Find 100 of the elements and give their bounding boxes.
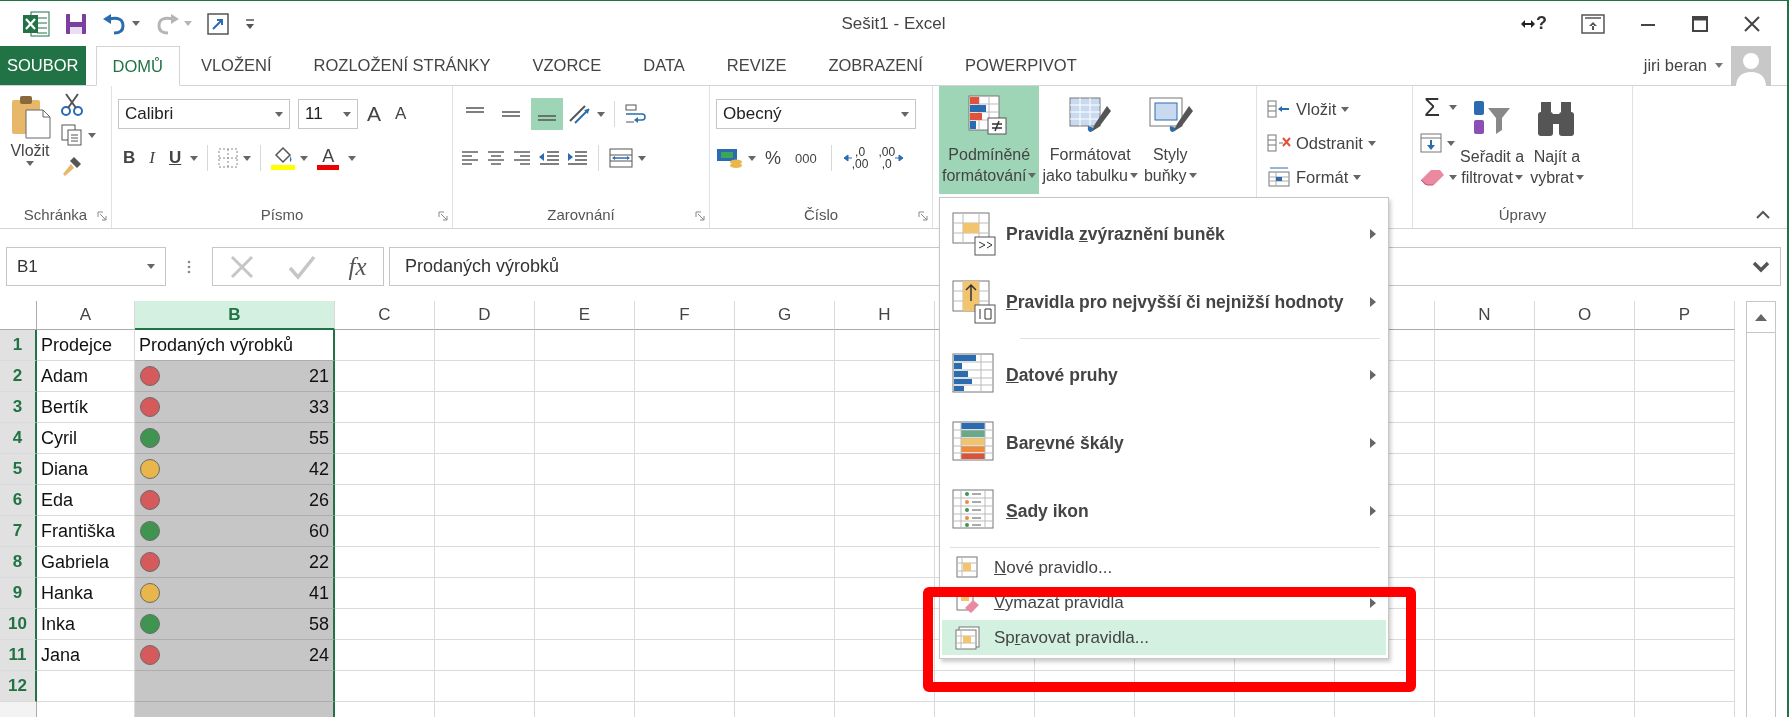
dropdown-arrow-icon[interactable]	[597, 111, 605, 117]
row-header[interactable]: 9	[0, 578, 37, 609]
thousands-separator-button[interactable]: 000	[790, 148, 822, 168]
dropdown-arrow-icon[interactable]	[901, 111, 909, 117]
ribbon-display-options-icon[interactable]	[1581, 13, 1605, 34]
underline-button[interactable]: U	[163, 146, 187, 170]
fill-down-icon[interactable]	[1419, 132, 1443, 154]
font-name-field[interactable]: Calibri	[118, 99, 290, 129]
row-header[interactable]: 5	[0, 454, 37, 485]
column-header[interactable]: H	[835, 301, 935, 330]
vertical-scrollbar[interactable]	[1746, 301, 1776, 717]
dropdown-arrow-icon[interactable]	[243, 155, 252, 161]
autosum-button[interactable]: Σ	[1419, 92, 1446, 122]
ribbon-button[interactable]: Formátovat jako tabulku	[1039, 86, 1141, 194]
format-painter-icon[interactable]	[60, 154, 84, 178]
touch-mode-icon[interactable]	[206, 11, 230, 36]
text-orientation-icon[interactable]	[567, 103, 593, 125]
save-icon[interactable]	[64, 11, 88, 36]
customize-toolbar-icon[interactable]	[244, 16, 256, 31]
dropdown-arrow-icon[interactable]	[1188, 173, 1197, 178]
dropdown-arrow-icon[interactable]	[1449, 104, 1458, 110]
dropdown-arrow-icon[interactable]	[132, 21, 140, 26]
double-arrow-icon[interactable]	[1521, 18, 1535, 29]
ribbon-tab[interactable]: VLOŽENÍ	[179, 46, 293, 85]
percent-button[interactable]: %	[760, 145, 786, 171]
dropdown-arrow-icon[interactable]	[26, 161, 34, 166]
dropdown-arrow-icon[interactable]	[1514, 175, 1523, 180]
dialog-launcher-icon[interactable]	[918, 211, 928, 221]
ribbon-tab[interactable]: REVIZE	[705, 46, 808, 85]
row-header[interactable]: 3	[0, 392, 37, 423]
menu-item[interactable]: Barevné škály	[942, 409, 1386, 477]
decrease-decimal-button[interactable]: ,0 ,00	[840, 146, 872, 170]
dialog-launcher-icon[interactable]	[438, 211, 448, 221]
expand-icon[interactable]	[1752, 260, 1770, 273]
ribbon-button[interactable]: Formát	[1263, 160, 1380, 194]
check-icon[interactable]	[287, 253, 316, 280]
increase-decimal-button[interactable]: ,00 ,0	[875, 146, 907, 170]
column-header[interactable]: E	[535, 301, 635, 330]
file-tab[interactable]: SOUBOR	[0, 46, 86, 85]
menu-item[interactable]: Nové pravidlo...	[942, 550, 1386, 585]
ribbon-button[interactable]: Vložit	[1263, 92, 1380, 126]
user-name[interactable]: jiri beran	[1643, 56, 1707, 75]
more-icon[interactable]	[187, 258, 191, 275]
column-header[interactable]: C	[335, 301, 435, 330]
ribbon-tab[interactable]: ROZLOŽENÍ STRÁNKY	[292, 46, 512, 85]
dropdown-arrow-icon[interactable]	[343, 111, 351, 117]
dropdown-arrow-icon[interactable]	[1028, 173, 1037, 178]
dropdown-arrow-icon[interactable]	[1575, 175, 1584, 180]
ribbon-button[interactable]: Podmíněné formátování	[939, 86, 1040, 194]
ribbon-tab[interactable]: DATA	[622, 46, 706, 85]
row-header[interactable]: 2	[0, 361, 37, 392]
row-header[interactable]: 7	[0, 516, 37, 547]
dropdown-arrow-icon[interactable]	[1449, 174, 1457, 180]
dropdown-arrow-icon[interactable]	[748, 155, 756, 161]
dropdown-arrow-icon[interactable]	[190, 155, 199, 161]
dropdown-arrow-icon[interactable]	[1715, 63, 1723, 68]
number-format-field[interactable]: Obecný	[716, 99, 916, 129]
maximize-icon[interactable]	[1691, 14, 1709, 33]
dropdown-arrow-icon[interactable]	[348, 155, 357, 161]
ribbon-tab[interactable]: VZORCE	[511, 46, 623, 85]
dialog-launcher-icon[interactable]	[695, 211, 705, 221]
help-button[interactable]: ?	[1536, 13, 1547, 34]
font-size-field[interactable]: 11	[298, 99, 358, 129]
ribbon-button[interactable]: Najít a vybrat	[1527, 92, 1587, 201]
merge-cells-icon[interactable]	[608, 146, 634, 170]
fill-color-icon[interactable]	[270, 145, 297, 171]
collapse-ribbon-icon[interactable]	[1755, 210, 1771, 220]
name-box[interactable]: B1	[6, 247, 166, 286]
dropdown-arrow-icon[interactable]	[1341, 106, 1350, 112]
column-header[interactable]: G	[735, 301, 835, 330]
row-header[interactable]: 4	[0, 423, 37, 454]
scroll-up-icon[interactable]	[1755, 313, 1767, 321]
column-header[interactable]: B	[135, 301, 335, 330]
dropdown-arrow-icon[interactable]	[147, 264, 155, 269]
row-header[interactable]: 11	[0, 640, 37, 671]
dropdown-arrow-icon[interactable]	[638, 155, 646, 161]
dropdown-arrow-icon[interactable]	[1129, 173, 1138, 178]
ribbon-tab[interactable]: POWERPIVOT	[943, 46, 1098, 85]
dropdown-arrow-icon[interactable]	[88, 132, 96, 138]
row-header[interactable]: 6	[0, 485, 37, 516]
row-header[interactable]: 10	[0, 609, 37, 640]
paste-button[interactable]: Vložit	[6, 92, 54, 201]
menu-item[interactable]: Sady ikon	[942, 477, 1386, 545]
ribbon-button[interactable]: Seřadit a filtrovat	[1457, 92, 1528, 201]
close-icon[interactable]	[1743, 14, 1761, 33]
scissors-icon[interactable]	[60, 92, 84, 116]
row-header[interactable]: 1	[0, 330, 37, 361]
ribbon-tab[interactable]: ZOBRAZENÍ	[807, 46, 944, 85]
font-color-button[interactable]: A	[312, 144, 345, 172]
ribbon-button[interactable]: Styly buňky	[1140, 86, 1200, 194]
ribbon-button[interactable]: Odstranit	[1263, 126, 1380, 160]
menu-item[interactable]: Datové pruhy	[942, 341, 1386, 409]
dropdown-arrow-icon[interactable]	[1353, 174, 1362, 180]
shrink-font-button[interactable]: A	[390, 102, 412, 126]
dropdown-arrow-icon[interactable]	[1447, 140, 1455, 146]
grow-font-button[interactable]: A	[362, 100, 386, 128]
column-header[interactable]: D	[435, 301, 535, 330]
dropdown-arrow-icon[interactable]	[300, 155, 309, 161]
column-header[interactable]: F	[635, 301, 735, 330]
column-header[interactable]: P	[1635, 301, 1735, 330]
